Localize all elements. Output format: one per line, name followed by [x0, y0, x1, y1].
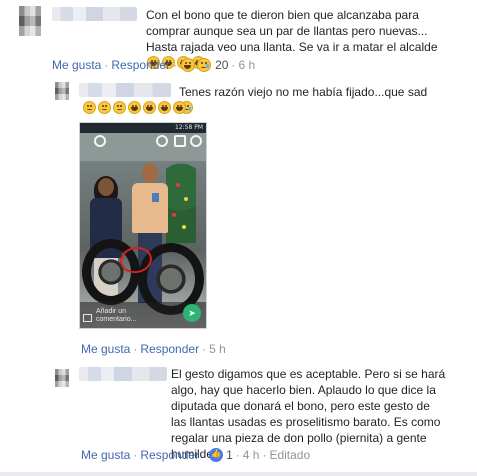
separator-dot: · — [202, 342, 207, 356]
like-button[interactable]: Me gusta — [81, 448, 130, 462]
grin-emoji-icon — [173, 101, 186, 114]
reaction-count: 1 — [226, 448, 233, 462]
pencil-icon — [190, 135, 202, 147]
separator-dot: · — [202, 448, 207, 462]
reply-button[interactable]: Responder — [140, 342, 199, 356]
avatar[interactable] — [55, 82, 69, 100]
separator-dot: · — [235, 448, 240, 462]
haha-reaction-icon — [181, 58, 196, 72]
worried-emoji-icon — [83, 101, 96, 114]
emoji-sticker-icon — [156, 135, 168, 147]
reply-text-body: El gesto digamos que es aceptable. Pero … — [171, 367, 446, 461]
like-button[interactable]: Me gusta — [52, 58, 101, 72]
reply-button[interactable]: Responder — [140, 448, 199, 462]
reply-actions: Me gusta · Responder · 5 h — [81, 342, 226, 356]
author-name[interactable] — [52, 7, 137, 21]
grin-emoji-icon — [158, 101, 171, 114]
separator-dot: · — [173, 58, 178, 72]
separator-dot: · — [231, 58, 236, 72]
worried-emoji-icon — [98, 101, 111, 114]
reply-button[interactable]: Responder — [111, 58, 170, 72]
author-name[interactable] — [79, 83, 171, 97]
worried-emoji-icon — [113, 101, 126, 114]
send-icon: ➤ — [183, 304, 201, 322]
phone-status-time: 12:58 PM — [175, 124, 203, 131]
edited-label[interactable]: Editado — [269, 448, 310, 462]
phone-status-bar: 12:58 PM — [80, 123, 206, 133]
next-comment-edge — [0, 472, 477, 476]
timestamp[interactable]: 4 h — [243, 448, 260, 462]
photo-comment-placeholder: Añadir un comentario... — [96, 308, 137, 323]
author-name[interactable] — [79, 367, 167, 381]
separator-dot: · — [104, 58, 109, 72]
attached-photo[interactable]: 12:58 PM Añadir un comentario... ➤ — [79, 122, 207, 329]
like-button[interactable]: Me gusta — [81, 342, 130, 356]
like-reaction-icon[interactable] — [209, 448, 224, 462]
timestamp[interactable]: 5 h — [209, 342, 226, 356]
avatar[interactable] — [19, 6, 41, 36]
sad-reaction-icon — [197, 58, 212, 72]
grin-emoji-icon — [143, 101, 156, 114]
timestamp[interactable]: 6 h — [238, 58, 255, 72]
separator-dot: · — [262, 448, 267, 462]
reactions-summary[interactable]: 20 — [180, 58, 228, 72]
comment-text-body: Con el bono que te dieron bien que alcan… — [146, 8, 438, 54]
avatar[interactable] — [55, 369, 69, 387]
reaction-count: 20 — [215, 58, 229, 72]
location-pin-icon — [94, 135, 106, 147]
separator-dot: · — [133, 342, 138, 356]
reply-emoji-row — [82, 100, 282, 116]
reply-actions: Me gusta · Responder · 1 · 4 h · Editado — [81, 448, 310, 462]
grin-emoji-icon — [128, 101, 141, 114]
reply-text-body: Tenes razón viejo no me había fijado...q… — [179, 85, 428, 99]
christmas-tree — [166, 163, 196, 243]
text-tool-icon — [174, 135, 186, 147]
comment-actions: Me gusta · Responder · 20 · 6 h — [52, 58, 255, 72]
separator-dot: · — [133, 448, 138, 462]
gallery-icon — [83, 314, 92, 322]
